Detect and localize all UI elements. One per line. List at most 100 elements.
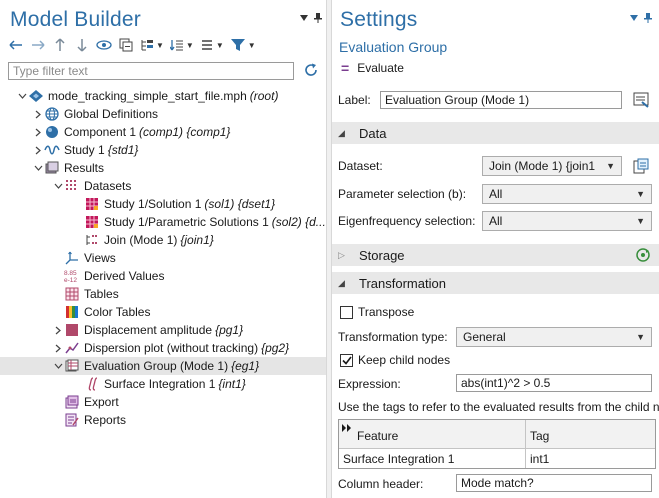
table-cell-feature: Surface Integration 1 [339,449,526,468]
expand-chevron-icon[interactable] [32,144,44,156]
show-icon[interactable] [96,36,112,54]
tree-item-label: Results [64,161,105,175]
evaluate-label: Evaluate [357,61,404,75]
tree-item-surface-integration[interactable]: Surface Integration 1 {int1} [0,375,326,393]
tree-item-solution-dataset[interactable]: Study 1/Solution 1 (sol1) {dset1} [0,195,326,213]
tag-column-header[interactable]: Tag [526,420,655,448]
sort-icon[interactable]: ▼ [169,36,194,54]
collapse-chevron-icon[interactable] [52,360,64,372]
filter-funnel-icon[interactable]: ▼ [230,36,256,54]
tree-item-export[interactable]: Export [0,393,326,411]
tree-item-parametric-dataset[interactable]: Study 1/Parametric Solutions 1 (sol2) {d… [0,213,326,231]
tree-item-label: Displacement amplitude [84,323,213,337]
tree-item-tag: (sol2) {d... [271,215,326,229]
tree-item-results[interactable]: Results [0,159,326,177]
tree-item-evaluation-group[interactable]: Evaluation Group (Mode 1) {eg1} [0,357,326,375]
tree-item-global-definitions[interactable]: Global Definitions [0,105,326,123]
solution-dataset-icon [84,196,100,212]
datasets-grid-icon [64,178,80,194]
evaluate-button[interactable]: = Evaluate [341,60,404,76]
table-row[interactable]: Surface Integration 1 int1 [339,449,655,468]
tree-item-dispersion-plot[interactable]: Dispersion plot (without tracking) {pg2} [0,339,326,357]
expand-columns-icon[interactable] [342,424,352,432]
expression-input[interactable]: abs(int1)^2 > 0.5 [456,374,652,392]
expand-chevron-icon[interactable] [52,342,64,354]
tree-item-root[interactable]: mode_tracking_simple_start_file.mph (roo… [0,87,326,105]
dataset-select[interactable]: Join (Mode 1) {join1 ▼ [482,156,622,176]
views-axes-icon [64,250,80,266]
transformation-type-value: General [463,330,506,344]
pin-icon[interactable] [644,13,652,23]
tree-item-tables[interactable]: Tables [0,285,326,303]
table-icon [64,286,80,302]
export-icon [64,394,80,410]
tree-item-color-tables[interactable]: Color Tables [0,303,326,321]
tree-item-views[interactable]: Views [0,249,326,267]
collapse-all-icon[interactable] [118,36,134,54]
pin-icon[interactable] [314,13,322,23]
settings-subtitle: Evaluation Group [339,39,448,55]
label-input[interactable]: Evaluation Group (Mode 1) [380,91,622,109]
eigenfrequency-selection-select[interactable]: All ▼ [482,211,652,231]
tree-item-label: Tables [84,287,119,301]
expand-chevron-icon[interactable] [52,324,64,336]
label-options-icon[interactable] [631,90,651,110]
feature-column-header[interactable]: Feature [339,420,526,448]
tree-item-derived-values[interactable]: 8.85 e-12 Derived Values [0,267,326,285]
tree-item-reports[interactable]: Reports [0,411,326,429]
expand-triangle-icon: ▷ [338,249,345,260]
tree-item-study[interactable]: Study 1 {std1} [0,141,326,159]
transformation-type-select[interactable]: General ▼ [456,327,652,347]
tree-item-tag: (comp1) {comp1} [139,125,231,139]
back-arrow-icon[interactable] [8,36,24,54]
transpose-checkbox[interactable] [340,306,353,319]
data-section-header[interactable]: ◢ Data [332,122,659,144]
dropdown-arrow-icon: ▼ [636,332,645,342]
parameter-selection-select[interactable]: All ▼ [482,184,652,204]
collapse-chevron-icon[interactable] [16,90,28,102]
collapse-chevron-icon[interactable] [32,162,44,174]
refresh-icon[interactable] [302,61,320,79]
column-header-input[interactable]: Mode match? [456,474,652,492]
tree-filter-input[interactable] [8,62,294,80]
evaluation-group-icon [64,358,80,374]
tree-item-label: Component 1 [64,125,137,139]
forward-arrow-icon[interactable] [30,36,46,54]
join-dataset-icon [84,232,100,248]
transformation-section-title: Transformation [359,275,446,291]
go-to-source-icon[interactable] [631,156,651,176]
keep-child-nodes-checkbox[interactable] [340,354,353,367]
tree-item-tag: {join1} [180,233,214,247]
plot-group-icon [64,322,80,338]
derived-values-icon: 8.85 e-12 [64,268,80,284]
model-builder-toolbar: ▼ ▼ ▼ ▼ [8,36,256,54]
move-up-icon[interactable] [52,36,68,54]
tree-item-displacement-amplitude[interactable]: Displacement amplitude {pg1} [0,321,326,339]
storage-section-header[interactable]: ▷ Storage [332,244,659,266]
expand-chevron-icon[interactable] [32,126,44,138]
dataset-label: Dataset: [338,159,383,173]
tree-view-options-icon[interactable]: ▼ [140,36,164,54]
tree-item-datasets[interactable]: Datasets [0,177,326,195]
model-builder-panel: Model Builder ▼ ▼ ▼ ▼ Type filter text m… [0,0,327,498]
tree-item-label: Join (Mode 1) [104,233,178,247]
tree-item-tag: (root) [249,89,279,103]
panel-menu-icon[interactable] [300,15,308,21]
study-icon [44,142,60,158]
tree-item-tag: {std1} [107,143,139,157]
svg-text:e-12: e-12 [64,277,77,283]
list-options-icon[interactable]: ▼ [200,36,224,54]
storage-section-title: Storage [359,247,405,263]
tree-item-label: Global Definitions [64,107,159,121]
sync-icon[interactable] [635,247,651,266]
panel-menu-icon[interactable] [630,15,638,21]
collapse-chevron-icon[interactable] [52,180,64,192]
transformation-section-header[interactable]: ◢ Transformation [332,272,659,294]
eigenfrequency-selection-value: All [489,214,503,228]
tree-item-component[interactable]: Component 1 (comp1) {comp1} [0,123,326,141]
tree-item-tag: {eg1} [231,359,260,373]
expand-chevron-icon[interactable] [32,108,44,120]
move-down-icon[interactable] [74,36,90,54]
tree-item-join-dataset[interactable]: Join (Mode 1) {join1} [0,231,326,249]
label-field-label: Label: [338,93,371,107]
